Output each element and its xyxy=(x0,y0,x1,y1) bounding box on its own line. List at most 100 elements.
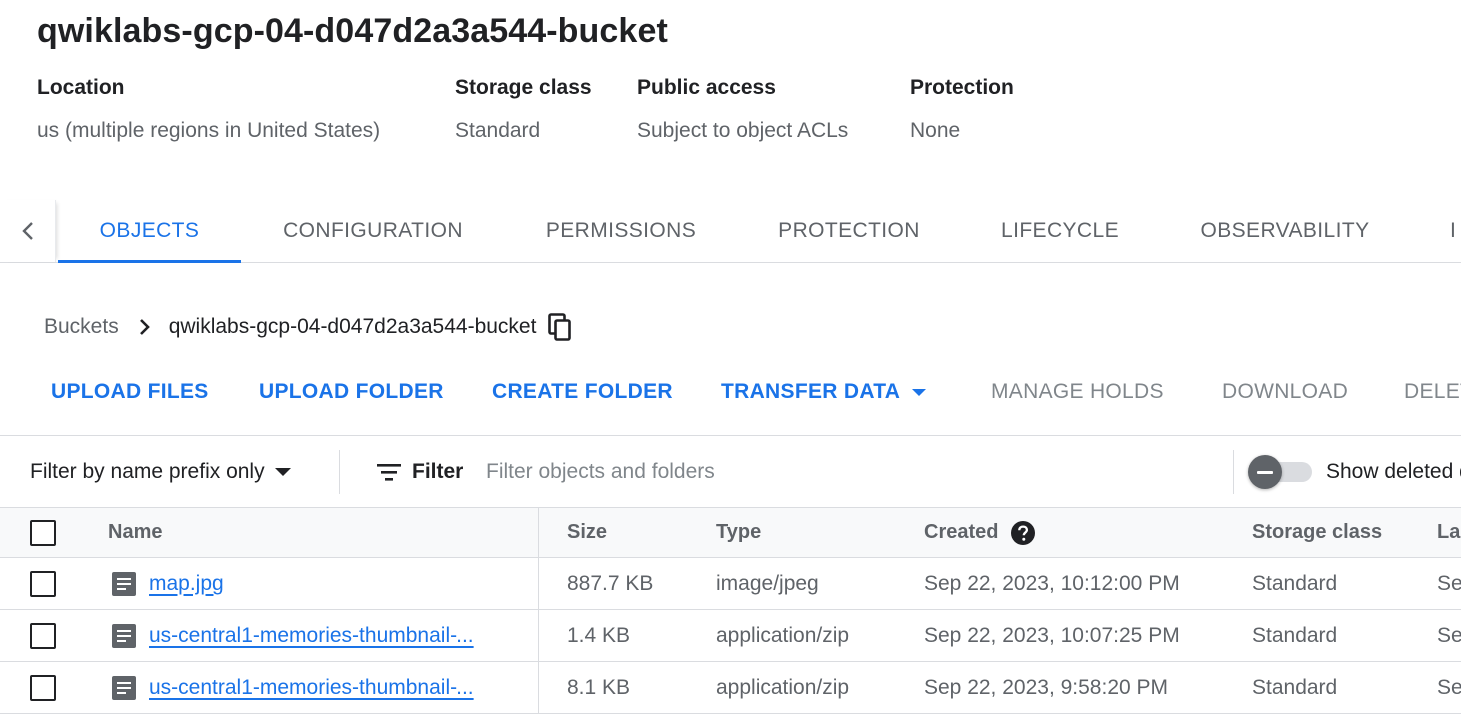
filter-button[interactable]: Filter xyxy=(376,456,463,488)
filter-objects-input[interactable] xyxy=(486,454,1186,490)
object-name-link[interactable]: map.jpg xyxy=(149,572,224,596)
column-divider xyxy=(538,508,539,557)
last-modified-cell: Sep xyxy=(1437,623,1461,647)
tab-overflow[interactable]: I xyxy=(1450,200,1461,262)
row-select-cell xyxy=(30,610,56,661)
filter-list-icon xyxy=(377,464,401,481)
size-cell: 887.7 KB xyxy=(567,571,654,595)
file-icon xyxy=(111,675,137,701)
select-all-checkbox[interactable] xyxy=(30,519,56,546)
objects-table: Name Size Type Created Storage class Las… xyxy=(0,507,1461,714)
size-cell: 8.1 KB xyxy=(567,675,631,699)
column-divider xyxy=(538,558,539,609)
name-cell: map.jpg xyxy=(111,558,224,609)
toggle-divider xyxy=(1233,450,1234,494)
storage-class-cell: Standard xyxy=(1252,675,1338,699)
type-cell: image/jpeg xyxy=(716,571,819,595)
upload-folder-button[interactable]: UPLOAD FOLDER xyxy=(259,372,444,412)
transfer-data-button[interactable]: TRANSFER DATA xyxy=(721,372,927,412)
select-all-cell xyxy=(30,508,56,557)
tab-objects[interactable]: OBJECTS xyxy=(58,200,241,263)
page-title: qwiklabs-gcp-04-d047d2a3a544-bucket xyxy=(37,12,668,50)
header-size[interactable]: Size xyxy=(567,508,607,557)
header-created-label[interactable]: Created xyxy=(924,521,998,544)
file-icon xyxy=(111,571,137,597)
breadcrumb-buckets-link[interactable]: Buckets xyxy=(44,315,119,339)
header-storage-class[interactable]: Storage class xyxy=(1252,508,1382,557)
public-access-info: Public access Subject to object ACLs xyxy=(637,74,848,145)
name-cell: us-central1-memories-thumbnail- ... xyxy=(111,610,474,661)
row-select-cell xyxy=(30,558,56,609)
row-checkbox[interactable] xyxy=(30,674,56,701)
tabs-scroll-left-button[interactable] xyxy=(0,200,56,262)
object-name-link[interactable]: us-central1-memories-thumbnail- xyxy=(149,624,457,648)
tab-configuration[interactable]: CONFIGURATION xyxy=(261,200,485,262)
filter-divider xyxy=(339,450,340,494)
header-name[interactable]: Name xyxy=(108,508,162,557)
breadcrumb-current-bucket: qwiklabs-gcp-04-d047d2a3a544-bucket xyxy=(168,315,537,338)
create-folder-button[interactable]: CREATE FOLDER xyxy=(492,372,673,412)
help-icon[interactable] xyxy=(1010,520,1036,546)
column-divider xyxy=(538,662,539,713)
header-type[interactable]: Type xyxy=(716,508,761,557)
upload-files-button[interactable]: UPLOAD FILES xyxy=(51,372,209,412)
name-cell: us-central1-memories-thumbnail- ... xyxy=(111,662,474,713)
filter-button-label: Filter xyxy=(412,460,464,483)
table-header-row: Name Size Type Created Storage class Las… xyxy=(0,507,1461,558)
protection-value: None xyxy=(910,119,961,142)
public-access-value: Subject to object ACLs xyxy=(637,119,849,142)
row-checkbox[interactable] xyxy=(30,570,56,597)
delete-button[interactable]: DELETE xyxy=(1404,372,1461,412)
object-actions-toolbar: UPLOAD FILES UPLOAD FOLDER CREATE FOLDER… xyxy=(0,372,1461,412)
toggle-switch[interactable] xyxy=(1248,455,1312,489)
copy-icon[interactable] xyxy=(548,313,572,341)
toggle-knob xyxy=(1248,455,1282,489)
location-info: Location us (multiple regions in United … xyxy=(37,74,380,145)
show-deleted-toggle[interactable]: Show deleted data xyxy=(1248,454,1461,490)
size-cell: 1.4 KB xyxy=(567,623,631,647)
type-cell: application/zip xyxy=(716,675,850,699)
dropdown-caret-icon xyxy=(912,388,927,396)
truncation-ellipsis: ... xyxy=(456,675,474,699)
download-button[interactable]: DOWNLOAD xyxy=(1222,372,1348,412)
truncation-ellipsis: ... xyxy=(456,623,474,647)
last-modified-cell: Sep xyxy=(1437,571,1461,595)
protection-info: Protection None xyxy=(910,74,1014,145)
chevron-left-icon xyxy=(21,222,33,240)
bucket-details-page: qwiklabs-gcp-04-d047d2a3a544-bucket Loca… xyxy=(0,0,1461,719)
table-row[interactable]: map.jpg 887.7 KB image/jpeg Sep 22, 2023… xyxy=(0,558,1461,610)
object-name-link[interactable]: us-central1-memories-thumbnail- xyxy=(149,676,457,700)
location-label: Location xyxy=(37,76,125,99)
table-row[interactable]: us-central1-memories-thumbnail- ... 1.4 … xyxy=(0,610,1461,662)
show-deleted-label: Show deleted data xyxy=(1326,460,1461,483)
filter-prefix-select[interactable]: Filter by name prefix only xyxy=(30,456,291,488)
filter-prefix-select-label: Filter by name prefix only xyxy=(30,460,265,483)
chevron-right-icon xyxy=(137,317,151,337)
tab-permissions[interactable]: PERMISSIONS xyxy=(525,200,717,262)
tab-protection[interactable]: PROTECTION xyxy=(757,200,941,262)
tab-bar: OBJECTS CONFIGURATION PERMISSIONS PROTEC… xyxy=(0,200,1461,263)
created-cell: Sep 22, 2023, 10:07:25 PM xyxy=(924,623,1180,647)
protection-label: Protection xyxy=(910,76,1014,99)
tab-lifecycle[interactable]: LIFECYCLE xyxy=(981,200,1139,262)
tab-observability[interactable]: OBSERVABILITY xyxy=(1179,200,1391,262)
row-checkbox[interactable] xyxy=(30,622,56,649)
type-cell: application/zip xyxy=(716,623,850,647)
last-modified-cell: Sep xyxy=(1437,675,1461,699)
filter-bar: Filter by name prefix only Filter Show d… xyxy=(0,435,1461,507)
created-cell: Sep 22, 2023, 10:12:00 PM xyxy=(924,571,1180,595)
created-cell: Sep 22, 2023, 9:58:20 PM xyxy=(924,675,1169,699)
column-divider xyxy=(538,610,539,661)
header-last-modified[interactable]: Last modified xyxy=(1437,508,1461,557)
storage-class-label: Storage class xyxy=(455,76,592,99)
storage-class-cell: Standard xyxy=(1252,571,1338,595)
header-created: Created xyxy=(924,508,1036,557)
public-access-label: Public access xyxy=(637,76,776,99)
manage-holds-button[interactable]: MANAGE HOLDS xyxy=(991,372,1164,412)
row-select-cell xyxy=(30,662,56,713)
storage-class-value: Standard xyxy=(455,119,541,142)
table-row[interactable]: us-central1-memories-thumbnail- ... 8.1 … xyxy=(0,662,1461,714)
transfer-data-label: TRANSFER DATA xyxy=(721,380,901,403)
location-value: us (multiple regions in United States) xyxy=(37,119,381,142)
file-icon xyxy=(111,623,137,649)
